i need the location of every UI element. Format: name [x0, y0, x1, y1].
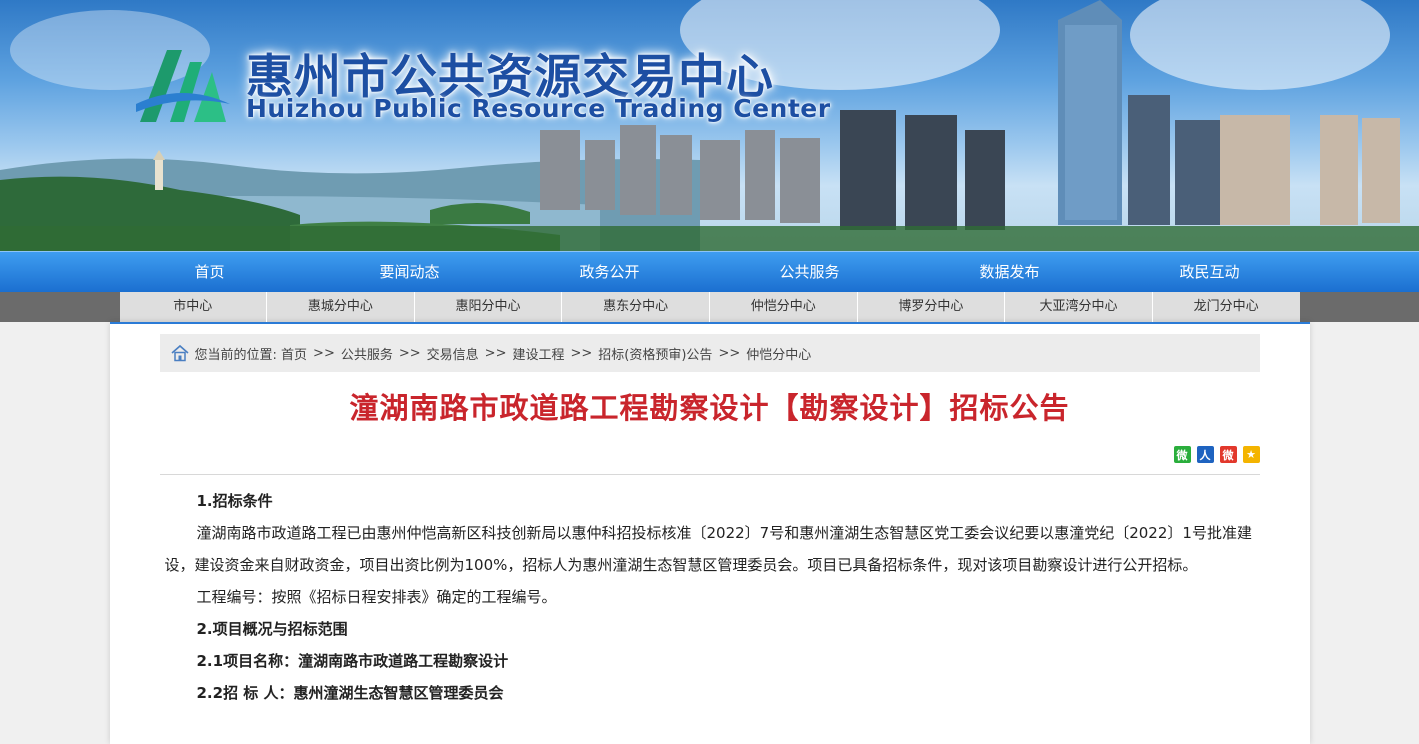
wechat-share-icon[interactable]: 微: [1173, 446, 1191, 463]
subnav-zhongkai[interactable]: 仲恺分中心: [710, 292, 858, 322]
breadcrumb-separator: >>: [484, 345, 507, 361]
section-heading: 1.招标条件: [196, 492, 273, 510]
breadcrumb-separator: >>: [718, 345, 741, 361]
subnav-longmen[interactable]: 龙门分中心: [1153, 292, 1300, 322]
main-nav: 首页 要闻动态 政务公开 公共服务 数据发布 政民互动: [0, 251, 1419, 292]
article-paragraph: 工程编号：按照《招标日程安排表》确定的工程编号。: [196, 588, 557, 606]
section-heading: 2.1项目名称：潼湖南路市政道路工程勘察设计: [196, 652, 509, 670]
breadcrumb-separator: >>: [398, 345, 421, 361]
site-banner: 惠州市公共资源交易中心 Huizhou Public Resource Trad…: [0, 0, 1419, 251]
breadcrumb-public-service[interactable]: 公共服务: [341, 344, 393, 363]
nav-data-release[interactable]: 数据发布: [910, 252, 1110, 292]
subnav-boluo[interactable]: 博罗分中心: [858, 292, 1006, 322]
huizhou-logo-icon: [136, 50, 230, 122]
breadcrumb-zhongkai[interactable]: 仲恺分中心: [746, 344, 811, 363]
breadcrumb-separator: >>: [570, 345, 593, 361]
nav-gov-affairs[interactable]: 政务公开: [510, 252, 710, 292]
article-body: 1.招标条件 潼湖南路市政道路工程已由惠州仲恺高新区科技创新局以惠仲科招投标核准…: [165, 485, 1260, 709]
weibo-share-icon[interactable]: 微: [1219, 446, 1237, 463]
subnav-city-center[interactable]: 市中心: [120, 292, 268, 322]
breadcrumb-prefix: 您当前的位置:: [194, 347, 277, 363]
nav-news[interactable]: 要闻动态: [310, 252, 510, 292]
sub-nav: 市中心 惠城分中心 惠阳分中心 惠东分中心 仲恺分中心 博罗分中心 大亚湾分中心…: [0, 292, 1419, 322]
share-bar: 微 人 微 ★: [159, 446, 1260, 475]
article-title: 潼湖南路市政道路工程勘察设计【勘察设计】招标公告: [349, 391, 1070, 425]
breadcrumb-construction[interactable]: 建设工程: [512, 344, 564, 363]
breadcrumb: 您当前的位置: 首页 >> 公共服务 >> 交易信息 >> 建设工程 >> 招标…: [159, 334, 1260, 372]
breadcrumb-separator: >>: [313, 345, 335, 361]
nav-home[interactable]: 首页: [110, 252, 310, 292]
section-heading: 2.项目概况与招标范围: [196, 620, 348, 638]
section-heading: 2.2招 标 人：惠州潼湖生态智慧区管理委员会: [196, 684, 504, 702]
breadcrumb-tender-notice[interactable]: 招标(资格预审)公告: [598, 344, 712, 363]
qzone-share-icon[interactable]: ★: [1242, 446, 1260, 463]
renren-share-icon[interactable]: 人: [1196, 446, 1214, 463]
nav-public-service[interactable]: 公共服务: [710, 252, 910, 292]
subnav-huicheng[interactable]: 惠城分中心: [267, 292, 415, 322]
breadcrumb-trade-info[interactable]: 交易信息: [427, 344, 479, 363]
subnav-huidong[interactable]: 惠东分中心: [562, 292, 710, 322]
subnav-dayawan[interactable]: 大亚湾分中心: [1005, 292, 1153, 322]
nav-interaction[interactable]: 政民互动: [1110, 252, 1310, 292]
content-panel: 您当前的位置: 首页 >> 公共服务 >> 交易信息 >> 建设工程 >> 招标…: [109, 322, 1310, 744]
home-icon: [170, 344, 189, 362]
article-paragraph: 潼湖南路市政道路工程已由惠州仲恺高新区科技创新局以惠仲科招投标核准〔2022〕7…: [164, 524, 1252, 574]
site-subtitle: Huizhou Public Resource Trading Center: [246, 94, 831, 123]
subnav-huiyang[interactable]: 惠阳分中心: [415, 292, 563, 322]
breadcrumb-home[interactable]: 首页: [281, 344, 307, 363]
